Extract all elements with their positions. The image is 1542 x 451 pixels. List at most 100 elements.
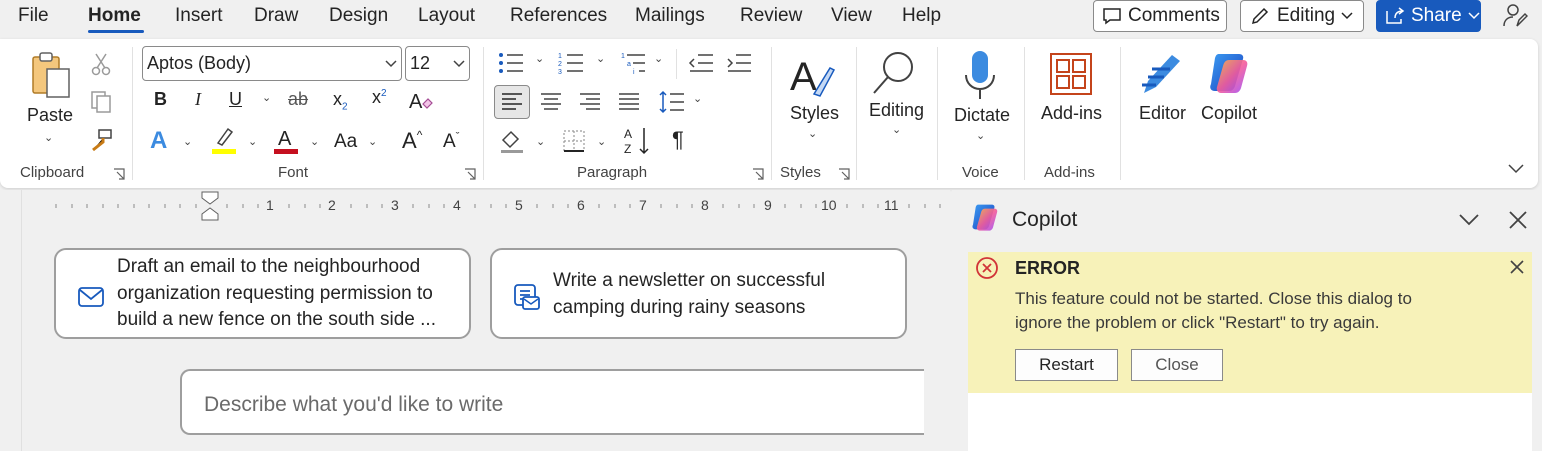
share-button[interactable]: Share	[1376, 0, 1481, 32]
copilot-content-area	[968, 393, 1532, 451]
chevron-down-icon[interactable]: ⌄	[368, 135, 377, 148]
shrink-font-icon[interactable]: Aˇ	[443, 131, 459, 153]
find-icon[interactable]	[870, 49, 920, 99]
prompt-suggestion-newsletter[interactable]: Write a newsletter on successful camping…	[490, 248, 907, 339]
ruler-number: 11	[884, 197, 899, 213]
align-center-icon[interactable]	[538, 89, 564, 115]
bold-icon[interactable]: B	[154, 89, 167, 110]
copilot-icon[interactable]	[1204, 49, 1254, 99]
decrease-indent-icon[interactable]	[688, 51, 714, 75]
chevron-down-icon[interactable]: ⌄	[310, 135, 319, 148]
chevron-down-icon[interactable]: ⌄	[44, 131, 53, 144]
line-spacing-icon[interactable]	[658, 89, 686, 115]
restart-button[interactable]: Restart	[1015, 349, 1118, 381]
editor-label[interactable]: Editor	[1139, 103, 1186, 124]
svg-text:3: 3	[558, 69, 562, 74]
copilot-label[interactable]: Copilot	[1201, 103, 1257, 124]
describe-input[interactable]: Describe what you'd like to write	[180, 369, 924, 435]
editing-mode-button[interactable]: Editing	[1240, 0, 1364, 32]
dialog-launcher-icon[interactable]	[752, 168, 764, 180]
chevron-down-icon[interactable]: ⌄	[654, 52, 663, 65]
text-effects-icon[interactable]: A	[150, 127, 167, 155]
underline-icon[interactable]: U	[229, 89, 242, 110]
chevron-down-icon[interactable]: ⌄	[262, 91, 271, 104]
svg-text:2: 2	[558, 61, 562, 68]
add-ins-label[interactable]: Add-ins	[1041, 103, 1102, 124]
chevron-down-icon[interactable]: ⌄	[808, 127, 817, 140]
dialog-launcher-icon[interactable]	[113, 168, 125, 180]
menu-home[interactable]: Home	[88, 5, 141, 27]
styles-icon[interactable]: A	[788, 49, 838, 101]
comments-button[interactable]: Comments	[1093, 0, 1227, 32]
format-painter-icon[interactable]	[88, 127, 114, 153]
menu-references[interactable]: References	[510, 5, 607, 27]
align-right-icon[interactable]	[577, 89, 603, 115]
align-left-icon[interactable]	[494, 85, 530, 119]
menu-file[interactable]: File	[18, 5, 49, 27]
styles-group-label: Styles	[780, 164, 821, 181]
highlight-icon[interactable]	[210, 125, 238, 155]
account-icon[interactable]	[1500, 0, 1530, 30]
strikethrough-icon[interactable]: ab	[288, 89, 308, 110]
chevron-down-icon[interactable]: ⌄	[536, 135, 545, 148]
bullets-icon[interactable]	[498, 51, 524, 75]
group-separator	[856, 47, 857, 180]
close-pane-icon[interactable]	[1506, 208, 1530, 232]
dialog-launcher-icon[interactable]	[464, 168, 476, 180]
chevron-down-icon[interactable]: ⌄	[248, 135, 257, 148]
chevron-down-icon[interactable]: ⌄	[693, 92, 702, 105]
microphone-icon[interactable]	[958, 49, 1002, 101]
menu-insert[interactable]: Insert	[175, 5, 223, 27]
menu-draw[interactable]: Draw	[254, 5, 298, 27]
shading-icon[interactable]	[498, 127, 526, 155]
menu-layout[interactable]: Layout	[418, 5, 475, 27]
superscript-icon[interactable]: x2	[372, 87, 387, 108]
menu-mailings[interactable]: Mailings	[635, 5, 705, 27]
numbering-icon[interactable]: 123	[558, 51, 584, 75]
editor-icon[interactable]	[1138, 49, 1188, 99]
chevron-down-icon[interactable]: ⌄	[535, 52, 544, 65]
font-name-combobox[interactable]: Aptos (Body)	[142, 46, 402, 81]
copy-icon[interactable]	[88, 89, 114, 115]
chevron-down-icon[interactable]: ⌄	[892, 123, 901, 136]
chevron-down-icon[interactable]: ⌄	[596, 52, 605, 65]
clear-formatting-icon[interactable]: A	[406, 87, 434, 115]
menu-review[interactable]: Review	[740, 5, 802, 27]
increase-indent-icon[interactable]	[726, 51, 752, 75]
menu-help[interactable]: Help	[902, 5, 941, 27]
change-case-icon[interactable]: Aa	[334, 131, 357, 153]
sort-icon[interactable]: AZ	[622, 125, 652, 157]
close-button[interactable]: Close	[1131, 349, 1223, 381]
paste-label[interactable]: Paste	[27, 105, 73, 126]
share-icon	[1386, 7, 1405, 24]
dismiss-error-icon[interactable]	[1508, 258, 1526, 276]
menu-view[interactable]: View	[831, 5, 872, 27]
editing-mode-label: Editing	[1277, 5, 1336, 26]
add-ins-icon[interactable]	[1048, 49, 1094, 99]
italic-icon[interactable]: I	[195, 89, 201, 110]
font-color-icon[interactable]: A	[272, 125, 300, 155]
multilevel-list-icon[interactable]: 1ai	[620, 51, 648, 75]
styles-label[interactable]: Styles	[790, 103, 839, 124]
borders-icon[interactable]	[560, 127, 588, 155]
error-title: ERROR	[1015, 258, 1081, 278]
justify-icon[interactable]	[616, 89, 642, 115]
menu-design[interactable]: Design	[329, 5, 388, 27]
grow-font-icon[interactable]: A^	[402, 128, 422, 154]
prompt-suggestion-email[interactable]: Draft an email to the neighbourhood orga…	[54, 248, 471, 339]
subscript-icon[interactable]: x2	[333, 89, 348, 113]
newsletter-icon	[512, 282, 542, 312]
cut-icon[interactable]	[88, 51, 114, 77]
paste-icon[interactable]	[26, 51, 76, 103]
show-formatting-marks-icon[interactable]: ¶	[672, 127, 684, 153]
horizontal-ruler[interactable]: 1 2 3 4 5 6 7 8 9 10 11	[0, 190, 950, 222]
chevron-down-icon[interactable]: ⌄	[597, 135, 606, 148]
collapse-ribbon-icon[interactable]	[1506, 159, 1526, 179]
chevron-down-icon[interactable]: ⌄	[976, 129, 985, 142]
editing-label[interactable]: Editing	[869, 100, 924, 121]
pane-options-chevron-icon[interactable]	[1456, 208, 1482, 232]
dialog-launcher-icon[interactable]	[838, 168, 850, 180]
chevron-down-icon[interactable]: ⌄	[183, 135, 192, 148]
dictate-label[interactable]: Dictate	[954, 105, 1010, 126]
font-size-combobox[interactable]: 12	[405, 46, 470, 81]
